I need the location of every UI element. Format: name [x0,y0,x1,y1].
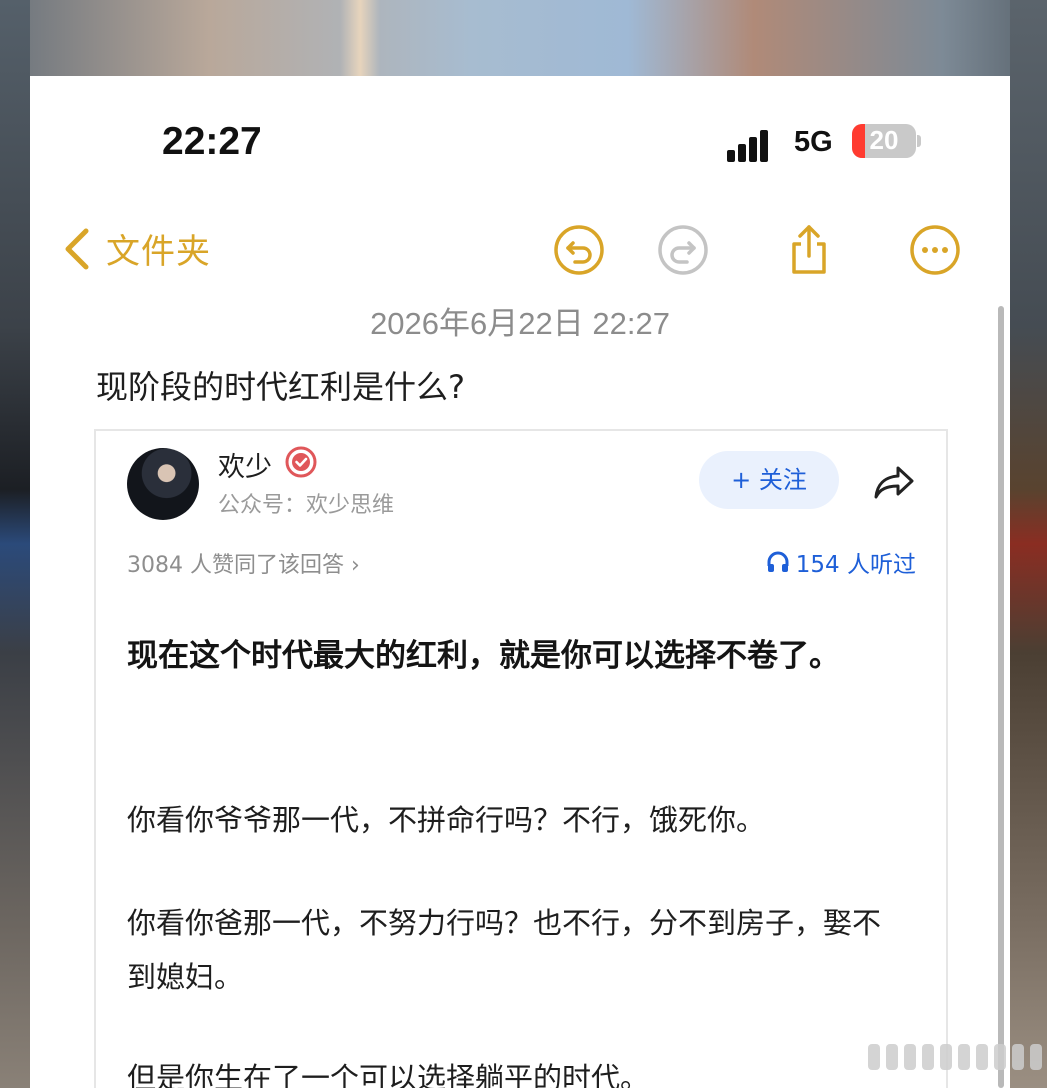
answer-paragraph: 但是你生在了一个可以选择躺平的时代。 [127,1061,650,1088]
answer-paragraph: 你看你爷爷那一代，不拼命行吗？不行，饿死你。 [127,803,766,837]
note-date: 2026年6月22日 22:27 [370,306,670,341]
back-button[interactable]: 文件夹 [58,224,211,273]
phone-screenshot: 22:27 5G 20 文件夹 2026年6月22日 22:27 现阶段的时代红… [30,76,1010,1088]
undo-icon[interactable] [553,224,605,276]
scrollbar[interactable] [998,306,1004,1088]
embedded-answer-screenshot: 欢少 公众号：欢少思维 + 关注 3084 人赞同了该回答 › 154 人听过 … [94,429,948,1088]
verified-badge-icon [285,446,317,478]
forward-icon[interactable] [872,464,916,500]
account-name: 公众号：欢少思维 [218,493,395,518]
background-street-left [0,0,30,1088]
follow-button[interactable]: + 关注 [699,451,839,509]
battery-percent: 20 [869,125,899,155]
listen-text: 154 人听过 [795,552,916,578]
background-sun-flare [340,0,380,76]
background-street-right [1010,0,1047,1088]
chevron-left-icon [65,228,89,269]
status-time: 22:27 [162,120,262,163]
agree-count[interactable]: 3084 人赞同了该回答 › [127,547,360,579]
author-name: 欢少 [218,452,272,483]
back-label: 文件夹 [106,232,211,272]
redo-icon[interactable] [657,224,709,276]
answer-paragraph: 你看你爸那一代，不努力行吗？也不行，分不到房子，娶不到媳妇。 [127,906,882,994]
background-street-top [0,0,1047,76]
answer-headline: 现在这个时代最大的红利，就是你可以选择不卷了。 [127,638,840,674]
battery-icon: 20 [852,124,916,158]
more-icon[interactable] [909,224,961,276]
share-icon[interactable] [783,224,835,276]
listen-count[interactable]: 154 人听过 [766,545,916,579]
battery-nub [917,135,921,147]
note-title[interactable]: 现阶段的时代红利是什么? [96,362,465,408]
signal-icon [727,128,777,162]
avatar [127,448,199,520]
network-type: 5G [794,126,833,158]
watermark-dots [868,1044,1042,1070]
headphones-icon [767,551,789,572]
